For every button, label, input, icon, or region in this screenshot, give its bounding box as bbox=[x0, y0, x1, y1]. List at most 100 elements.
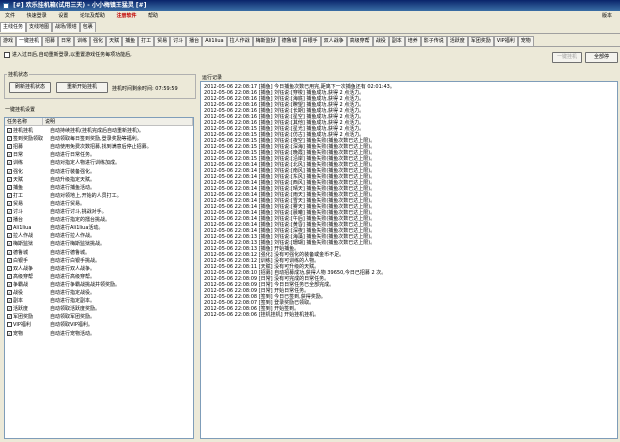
table-row[interactable]: ✓ 拉人作战 自动进行拉人作战。 bbox=[5, 232, 193, 240]
task-checkbox[interactable]: ✓ bbox=[7, 209, 12, 214]
task-list[interactable]: 任务名称 说明 ✓ 挂机挂机 自动持续挂机(挂机完成后自动重新挂机)。 ✓ 签到奖励领取… bbox=[4, 117, 194, 439]
tab-feature[interactable]: 战役 bbox=[372, 36, 389, 46]
task-checkbox[interactable]: ✓ bbox=[7, 306, 12, 312]
stop-all-button[interactable]: 全部停 bbox=[585, 52, 618, 63]
onekey-button[interactable]: 一键挂机 bbox=[552, 52, 582, 63]
auto-refresh-option[interactable]: 进入过日后,自动重新登录,以重置游戏任务每项功能后, bbox=[4, 51, 132, 58]
table-row[interactable]: ✓ 打工 自动对领地上,开始的人员打工。 bbox=[5, 192, 193, 200]
task-checkbox[interactable]: ✓ bbox=[7, 152, 12, 158]
task-checkbox[interactable]: ✓ bbox=[7, 273, 12, 279]
task-checkbox[interactable]: ✓ bbox=[7, 233, 12, 239]
table-row[interactable]: ✓ 宠物 自动进行宠物活动。 bbox=[5, 330, 193, 338]
task-checkbox[interactable]: ✓ bbox=[7, 184, 12, 190]
table-row[interactable]: ✓ 训练 自动对指定人物进行训练加成。 bbox=[5, 159, 193, 167]
tab-feature[interactable]: 贸易 bbox=[154, 36, 171, 46]
task-checkbox[interactable]: ✓ bbox=[7, 168, 12, 174]
table-row[interactable]: ✓ 讨斗 自动进行讨斗,挑战对手。 bbox=[5, 208, 193, 216]
task-checkbox[interactable]: ✓ bbox=[7, 192, 12, 198]
table-row[interactable]: ✓ 争霸战 自动进行争霸战挑战并领奖励。 bbox=[5, 281, 193, 289]
tab-feature[interactable]: 日常 bbox=[58, 36, 75, 46]
task-checkbox[interactable]: ✓ bbox=[7, 144, 12, 150]
table-row[interactable]: ✓ 播台 自动进行指定的擂台挑战。 bbox=[5, 216, 193, 224]
tab-main-quest[interactable]: 主线任务 bbox=[0, 22, 27, 32]
task-checkbox[interactable]: ✓ bbox=[7, 330, 12, 336]
menu-quick-login[interactable]: 快速登录 bbox=[22, 11, 52, 21]
tab-feature[interactable]: 捕鱼 bbox=[122, 36, 139, 46]
tab-feature[interactable]: 游戏 bbox=[0, 36, 17, 46]
tab-feature[interactable]: 拉人作战 bbox=[226, 36, 253, 46]
task-checkbox[interactable]: ✓ bbox=[7, 176, 12, 182]
tab-feature[interactable]: 打工 bbox=[138, 36, 155, 46]
table-row[interactable]: ✓ Ali1liua 自动进行Ali1liua活动。 bbox=[5, 224, 193, 232]
tab-feature[interactable]: 训练 bbox=[74, 36, 91, 46]
tab-side-map[interactable]: 支线地图 bbox=[26, 22, 53, 32]
tab-feature[interactable]: VIP福利 bbox=[493, 36, 518, 46]
table-row[interactable]: ✓ 签到奖励领取 自动领取每日签到奖励,登录奖励等福利。 bbox=[5, 135, 193, 143]
menu-file[interactable]: 文件 bbox=[0, 11, 20, 21]
tab-feature[interactable]: 德鲁城 bbox=[278, 36, 300, 46]
table-row[interactable]: ✓ 贸易 自动进行贸易。 bbox=[5, 200, 193, 208]
tab-feature[interactable]: 双人战争 bbox=[320, 36, 347, 46]
refresh-status-button[interactable]: 刷新挂机状态 bbox=[9, 82, 51, 93]
auto-refresh-checkbox[interactable] bbox=[4, 51, 10, 58]
tab-feature[interactable]: 梅斯监狱 bbox=[252, 36, 279, 46]
table-row[interactable]: ✓ 战役 自动进行指定战役。 bbox=[5, 289, 193, 297]
table-row[interactable]: ✓ 高级穿帮 自动进行高级穿帮。 bbox=[5, 273, 193, 281]
task-checkbox[interactable] bbox=[7, 322, 12, 328]
tab-feature[interactable]: 播台 bbox=[186, 36, 203, 46]
tab-feature[interactable]: 军团奖励 bbox=[467, 36, 494, 46]
tab-battlefield[interactable]: 战场/限塔 bbox=[52, 22, 80, 32]
table-row[interactable]: VIP福利 自动领取VIP福利。 bbox=[5, 321, 193, 329]
menu-register[interactable]: 注册软件 bbox=[111, 11, 141, 21]
table-row[interactable]: ✓ 梅斯监狱 自动进行梅斯监狱挑战。 bbox=[5, 240, 193, 248]
menu-help[interactable]: 帮助 bbox=[143, 11, 163, 21]
tab-feature[interactable]: 影子传说 bbox=[420, 36, 447, 46]
tab-feature[interactable]: 宠物 bbox=[517, 36, 534, 46]
tab-feature[interactable]: 高级穿帮 bbox=[346, 36, 373, 46]
menu-version[interactable]: 版本 bbox=[597, 11, 617, 21]
restart-button[interactable]: 重新开始挂机 bbox=[56, 82, 108, 93]
menu-settings[interactable]: 设置 bbox=[53, 11, 73, 21]
task-checkbox[interactable]: ✓ bbox=[7, 200, 12, 206]
table-row[interactable]: ✓ 活跃度 自动领取活跃度奖励。 bbox=[5, 305, 193, 313]
table-row[interactable]: ✓ 副本 自动进行指定副本。 bbox=[5, 297, 193, 305]
task-checkbox[interactable]: ✓ bbox=[7, 290, 12, 295]
task-checkbox[interactable]: ✓ bbox=[7, 314, 12, 320]
table-row[interactable]: ✓ 天赋 自动升级指定天赋。 bbox=[5, 176, 193, 184]
task-checkbox[interactable]: ✓ bbox=[7, 298, 12, 304]
tab-feature[interactable]: 一键挂机 bbox=[16, 36, 43, 46]
tab-feature[interactable]: 白银手 bbox=[299, 36, 321, 46]
tab-feature[interactable]: 讨斗 bbox=[170, 36, 187, 46]
tab-feature[interactable]: 招募 bbox=[42, 36, 59, 46]
tab-feature[interactable]: Ali1liua bbox=[202, 36, 227, 46]
table-row[interactable]: ✓ 捕鱼 自动进行捕鱼活动。 bbox=[5, 184, 193, 192]
tab-feature[interactable]: 天赋 bbox=[106, 36, 123, 46]
table-row[interactable]: ✓ 日常 自动进行日常任务。 bbox=[5, 151, 193, 159]
table-row[interactable]: ✓ 招募 自动使用免费次数招募,找到满意后停止招募。 bbox=[5, 143, 193, 151]
task-checkbox[interactable]: ✓ bbox=[7, 217, 12, 223]
tab-bag[interactable]: 包裹 bbox=[79, 22, 96, 32]
tab-feature[interactable]: 副本 bbox=[388, 36, 405, 46]
task-checkbox[interactable]: ✓ bbox=[7, 225, 12, 231]
task-checkbox[interactable]: ✓ bbox=[7, 128, 12, 133]
menu-forum-help[interactable]: 论坛及帮助 bbox=[75, 11, 110, 21]
table-row[interactable]: ✓ 强化 自动进行装备强化。 bbox=[5, 168, 193, 176]
tab-feature[interactable]: 强化 bbox=[90, 36, 107, 46]
task-checkbox[interactable]: ✓ bbox=[7, 160, 12, 166]
task-checkbox[interactable]: ✓ bbox=[7, 257, 12, 263]
log-box[interactable]: 2012-05-06 22:08:17 [捕鱼] 今日捕鱼次数已用完,距离下一次… bbox=[200, 81, 618, 439]
task-checkbox[interactable]: ✓ bbox=[7, 241, 12, 247]
task-checkbox[interactable]: ✓ bbox=[7, 249, 12, 255]
tab-feature[interactable]: 活跃度 bbox=[446, 36, 468, 46]
task-checkbox[interactable]: ✓ bbox=[7, 136, 12, 142]
task-checkbox[interactable]: ✓ bbox=[7, 265, 12, 271]
tab-feature[interactable]: 培养 bbox=[404, 36, 421, 46]
table-row[interactable]: ✓ 双人战争 自动进行双人战争。 bbox=[5, 265, 193, 273]
table-row[interactable]: ✓ 挂机挂机 自动持续挂机(挂机完成后自动重新挂机)。 bbox=[5, 127, 193, 135]
table-row[interactable]: ✓ 军团奖励 自动领取军团奖励。 bbox=[5, 313, 193, 321]
column-header-name[interactable]: 任务名称 bbox=[5, 118, 43, 126]
column-header-desc[interactable]: 说明 bbox=[43, 118, 193, 126]
task-checkbox[interactable]: ✓ bbox=[7, 281, 12, 287]
table-row[interactable]: ✓ 白银手 自动进行白银手挑战。 bbox=[5, 257, 193, 265]
table-row[interactable]: ✓ 德鲁城 自动进行德鲁城。 bbox=[5, 249, 193, 257]
